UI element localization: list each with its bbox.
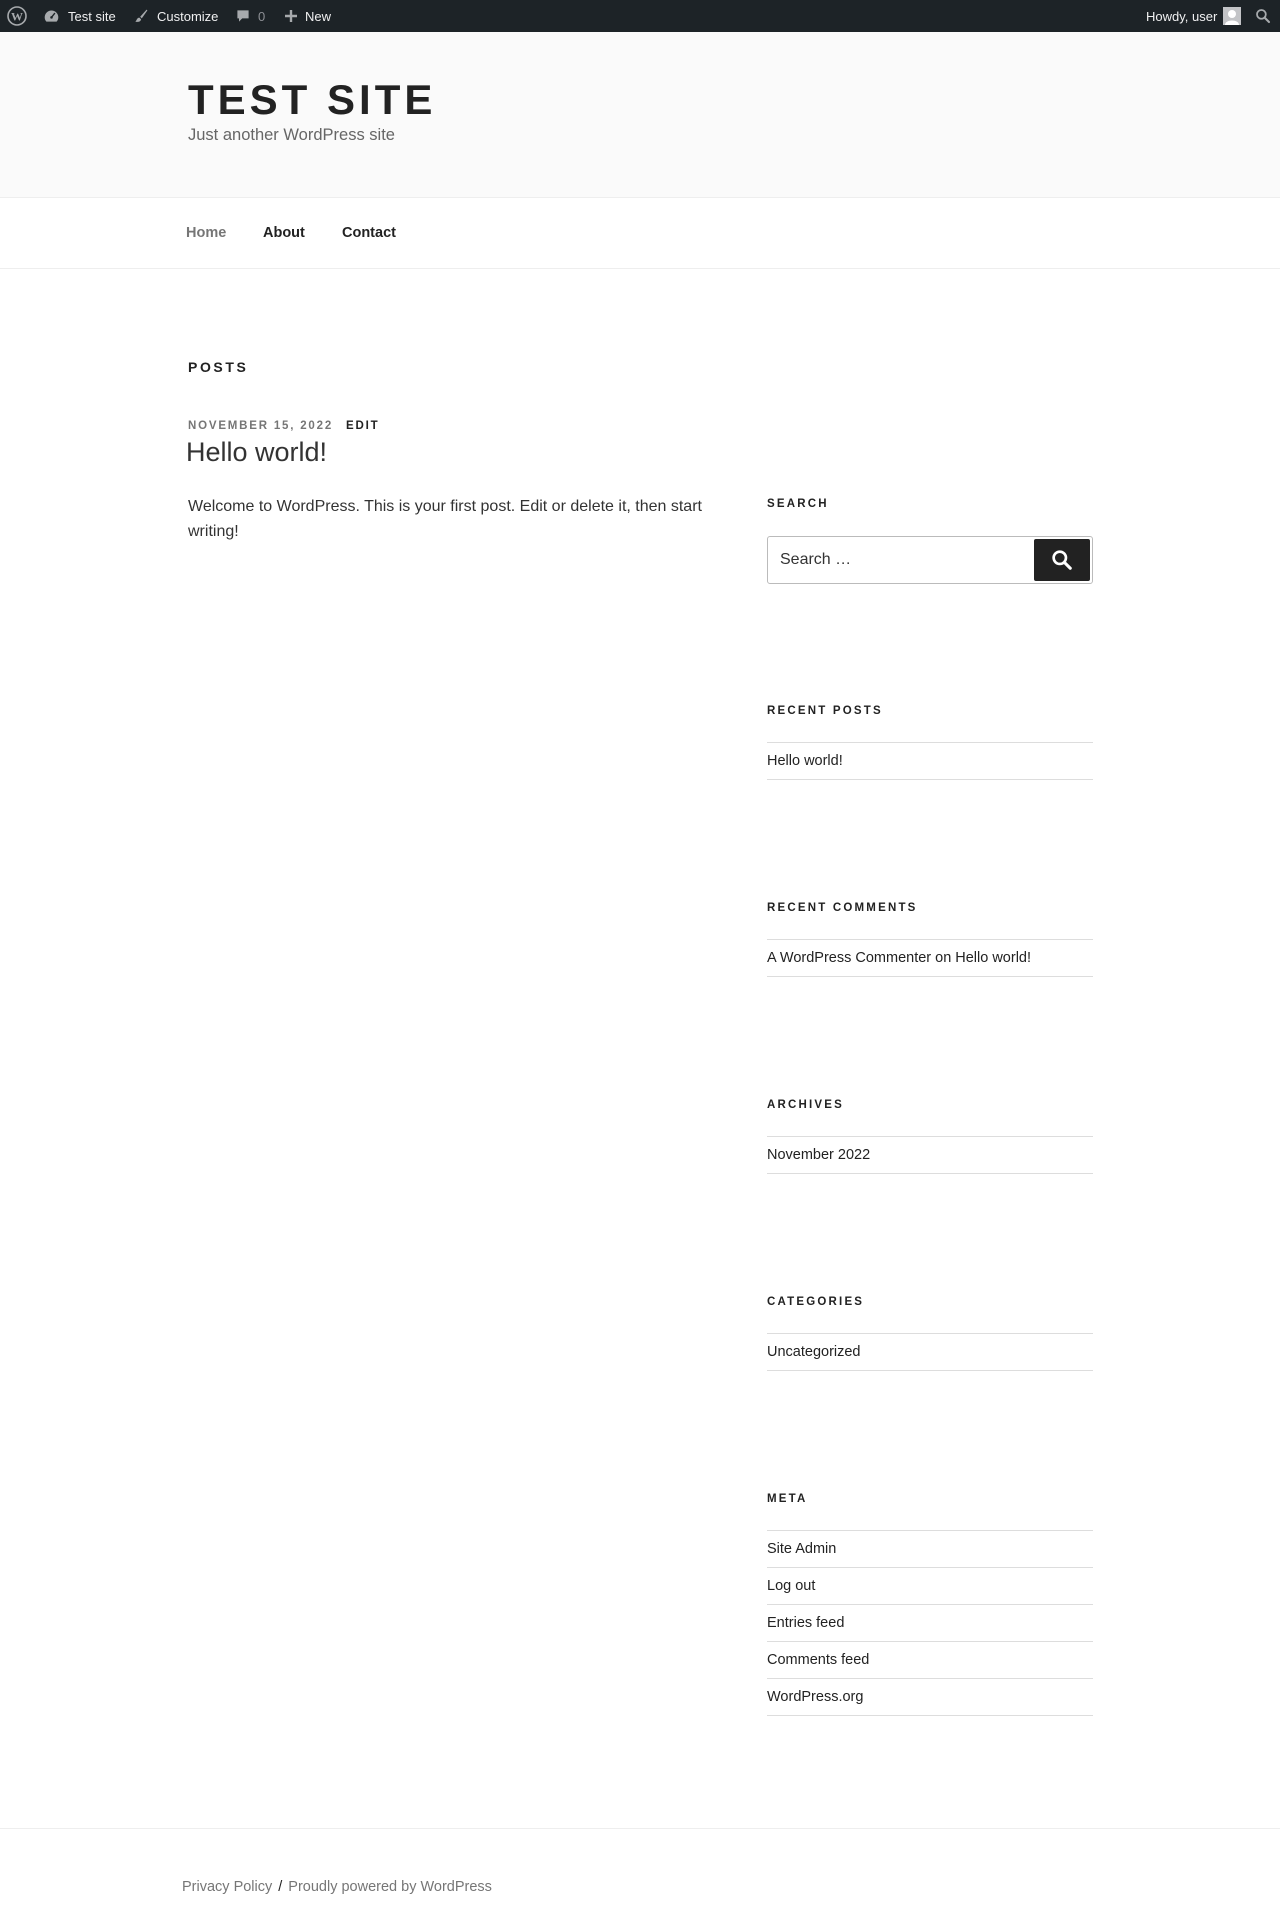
nav-item-about[interactable]: About (263, 225, 305, 241)
search-button[interactable] (1034, 539, 1090, 581)
post-edit-link[interactable]: EDIT (346, 420, 379, 432)
widget-title-recent-posts: RECENT POSTS (767, 705, 883, 717)
admin-bar-customize-label: Customize (157, 8, 219, 24)
main-navigation: Home About Contact (0, 198, 1280, 269)
comment-post-link[interactable]: Hello world! (955, 950, 1031, 966)
admin-bar-account[interactable]: Howdy, user (1146, 0, 1242, 32)
search-form (767, 536, 1093, 584)
comment-on-text: on (935, 950, 952, 966)
meta-link-wordpress-org[interactable]: WordPress.org (767, 1689, 863, 1705)
admin-bar-site-link[interactable]: Test site (43, 0, 116, 32)
admin-bar: W Test site Customize 0 New Howdy, user (0, 0, 1280, 32)
nav-item-contact[interactable]: Contact (342, 225, 396, 241)
list-item: WordPress.org (767, 1679, 1093, 1716)
list-item: Uncategorized (767, 1334, 1093, 1371)
admin-bar-new[interactable]: New (284, 0, 331, 32)
site-header: TEST SITE Just another WordPress site (0, 32, 1280, 198)
post-title[interactable]: Hello world! (186, 437, 327, 468)
post-meta: NOVEMBER 15, 2022 EDIT (188, 420, 379, 432)
page-title: POSTS (188, 359, 249, 375)
list-item: A WordPress Commenter on Hello world! (767, 940, 1093, 977)
archives-list: November 2022 (767, 1136, 1093, 1174)
admin-bar-comments[interactable]: 0 (235, 0, 265, 32)
site-title[interactable]: TEST SITE (188, 76, 436, 124)
admin-bar-new-label: New (305, 8, 332, 24)
list-item: Site Admin (767, 1531, 1093, 1568)
privacy-policy-link[interactable]: Privacy Policy (182, 1879, 272, 1895)
wordpress-logo-icon[interactable]: W (7, 0, 27, 32)
comment-bubble-icon (237, 10, 249, 22)
meta-list: Site Admin Log out Entries feed Comments… (767, 1530, 1093, 1716)
post-date[interactable]: NOVEMBER 15, 2022 (188, 420, 333, 432)
archive-link[interactable]: November 2022 (767, 1147, 870, 1163)
categories-list: Uncategorized (767, 1333, 1093, 1371)
list-item: Log out (767, 1568, 1093, 1605)
search-input[interactable] (768, 537, 1038, 583)
search-icon (1052, 550, 1072, 570)
list-item: Comments feed (767, 1642, 1093, 1679)
list-item: Hello world! (767, 743, 1093, 780)
recent-posts-list: Hello world! (767, 742, 1093, 780)
paintbrush-icon (135, 9, 148, 22)
admin-bar-search-icon[interactable] (1255, 0, 1271, 32)
admin-bar-comments-count: 0 (258, 8, 266, 24)
admin-bar-howdy: Howdy, user (1146, 8, 1218, 24)
admin-bar-customize[interactable]: Customize (133, 0, 218, 32)
widget-title-meta: META (767, 1493, 808, 1505)
footer-separator: / (278, 1879, 283, 1895)
comment-author-link[interactable]: A WordPress Commenter (767, 950, 931, 966)
widget-title-search: SEARCH (767, 498, 829, 510)
recent-comments-list: A WordPress Commenter on Hello world! (767, 939, 1093, 977)
meta-link-site-admin[interactable]: Site Admin (767, 1541, 836, 1557)
recent-post-link[interactable]: Hello world! (767, 753, 843, 769)
meta-link-log-out[interactable]: Log out (767, 1578, 815, 1594)
list-item: Entries feed (767, 1605, 1093, 1642)
footer-links: Privacy Policy / Proudly powered by WordPr… (182, 1879, 492, 1895)
nav-item-home[interactable]: Home (186, 225, 226, 241)
category-link[interactable]: Uncategorized (767, 1344, 861, 1360)
admin-bar-site-name: Test site (68, 8, 116, 24)
post-content: Welcome to WordPress. This is your first… (188, 498, 702, 540)
meta-link-entries-feed[interactable]: Entries feed (767, 1615, 844, 1631)
list-item: November 2022 (767, 1137, 1093, 1174)
dashboard-icon (44, 10, 59, 22)
widget-title-recent-comments: RECENT COMMENTS (767, 902, 918, 914)
site-footer: Privacy Policy / Proudly powered by WordPr… (0, 1828, 1280, 1925)
avatar (1223, 7, 1242, 25)
widget-title-archives: ARCHIVES (767, 1099, 845, 1111)
meta-link-comments-feed[interactable]: Comments feed (767, 1652, 869, 1668)
site-description: Just another WordPress site (188, 126, 395, 144)
plus-icon (285, 10, 297, 22)
widget-title-categories: CATEGORIES (767, 1296, 865, 1308)
powered-by-link[interactable]: Proudly powered by WordPress (288, 1879, 492, 1895)
svg-text:W: W (11, 10, 23, 24)
